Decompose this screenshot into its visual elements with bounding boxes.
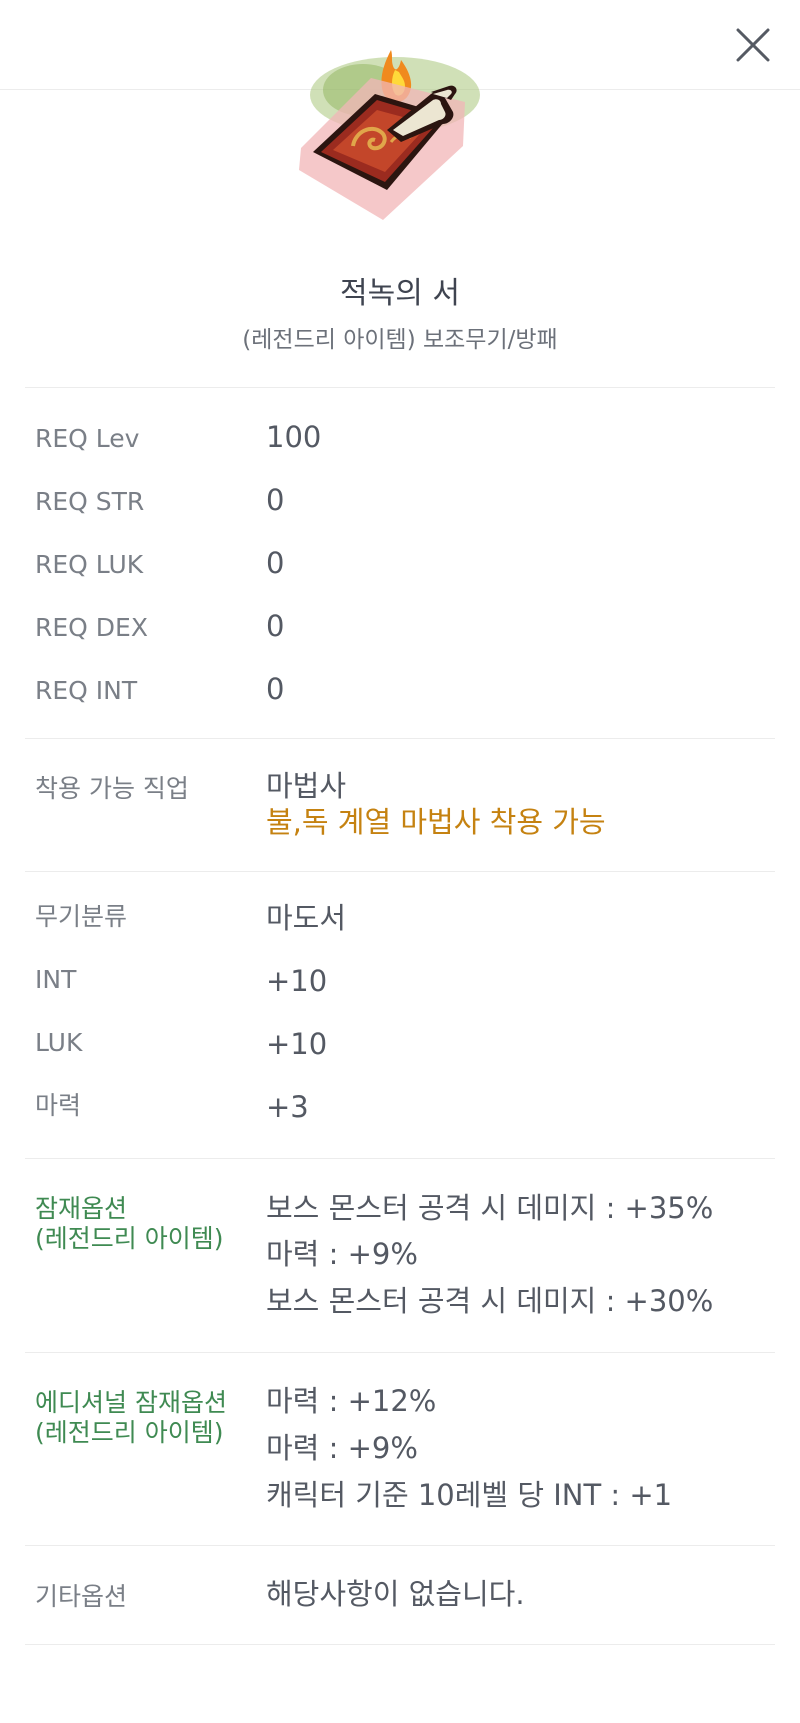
req-str-value: 0 <box>266 483 285 517</box>
additional-potential-line-2: 마력 : +9% <box>266 1431 418 1465</box>
item-subtitle: (레전드리 아이템) 보조무기/방패 <box>242 327 558 353</box>
stat-magic-label: 마력 <box>35 1091 82 1120</box>
job-label: 착용 가능 직업 <box>35 774 189 803</box>
potential-label: 잠재옵션 <box>35 1194 128 1223</box>
additional-potential-line-1: 마력 : +12% <box>266 1384 437 1418</box>
potential-line-3: 보스 몬스터 공격 시 데미지 : +30% <box>266 1284 714 1318</box>
req-luk-label: REQ LUK <box>35 550 144 579</box>
close-button[interactable] <box>730 22 776 68</box>
item-image-icon <box>299 50 480 220</box>
stat-int-value: +10 <box>266 964 328 998</box>
req-dex-value: 0 <box>266 609 285 643</box>
divider <box>25 387 775 388</box>
weapon-type-label: 무기분류 <box>35 902 128 931</box>
req-str-label: REQ STR <box>35 487 145 516</box>
other-options-label: 기타옵션 <box>35 1582 128 1611</box>
divider <box>25 871 775 872</box>
potential-line-1: 보스 몬스터 공격 시 데미지 : +35% <box>266 1191 714 1225</box>
req-luk-value: 0 <box>266 546 285 580</box>
stat-int-label: INT <box>35 965 77 994</box>
req-int-value: 0 <box>266 672 285 706</box>
stat-luk-label: LUK <box>35 1028 83 1057</box>
potential-grade-label: (레전드리 아이템) <box>35 1224 224 1253</box>
close-icon <box>736 28 770 62</box>
divider <box>25 738 775 739</box>
divider <box>25 1644 775 1645</box>
req-int-label: REQ INT <box>35 676 138 705</box>
req-dex-label: REQ DEX <box>35 613 148 642</box>
divider <box>25 1158 775 1159</box>
stat-luk-value: +10 <box>266 1027 328 1061</box>
additional-potential-label: 에디셔널 잠재옵션 <box>35 1388 227 1417</box>
job-note: 불,독 계열 마법사 착용 가능 <box>266 805 606 839</box>
job-value: 마법사 <box>266 769 347 803</box>
other-options-value: 해당사항이 없습니다. <box>266 1577 525 1611</box>
req-level-label: REQ Lev <box>35 424 140 453</box>
weapon-type-value: 마도서 <box>266 901 347 935</box>
potential-line-2: 마력 : +9% <box>266 1237 418 1271</box>
stat-magic-value: +3 <box>266 1090 309 1124</box>
divider <box>25 1352 775 1353</box>
additional-potential-line-3: 캐릭터 기준 10레벨 당 INT : +1 <box>266 1478 673 1512</box>
additional-potential-grade-label: (레전드리 아이템) <box>35 1418 224 1447</box>
item-name: 적녹의 서 <box>340 276 460 311</box>
req-level-value: 100 <box>266 420 322 454</box>
divider <box>25 1545 775 1546</box>
